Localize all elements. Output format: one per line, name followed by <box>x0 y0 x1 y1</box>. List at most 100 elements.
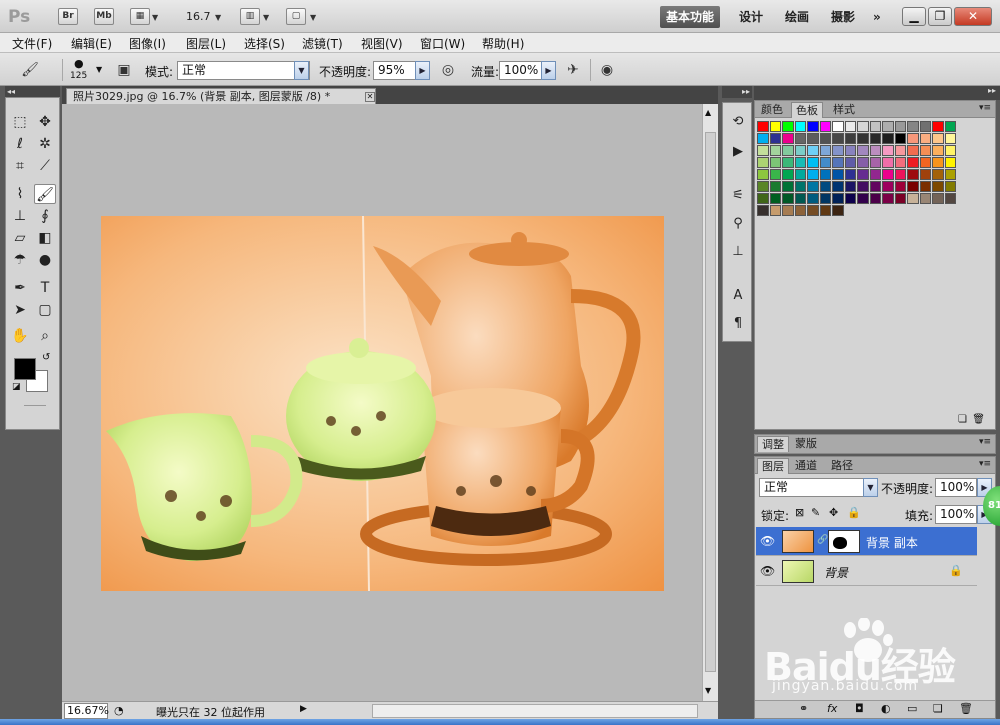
color-swatch[interactable] <box>894 157 906 168</box>
pen-tool-icon[interactable]: ✒ <box>9 278 31 298</box>
screen-mode-icon[interactable]: ▢ <box>286 8 306 25</box>
airbrush-opacity-pressure-icon[interactable]: ◎ <box>438 61 458 80</box>
view-extras-dropdown-icon[interactable]: ▼ <box>152 10 158 23</box>
color-swatch[interactable] <box>794 193 806 204</box>
close-icon[interactable]: ✕ <box>954 7 992 26</box>
color-swatch[interactable] <box>932 169 944 180</box>
color-swatch[interactable] <box>894 133 906 144</box>
quick-selection-tool-icon[interactable]: ✲ <box>34 134 56 154</box>
paragraph-panel-icon[interactable]: ¶ <box>727 313 749 335</box>
color-swatch[interactable] <box>782 193 794 204</box>
color-swatch[interactable] <box>769 133 781 144</box>
color-swatch[interactable] <box>807 121 819 132</box>
color-swatch[interactable] <box>907 145 919 156</box>
clone-stamp-tool-icon[interactable]: ⊥ <box>9 206 31 226</box>
color-swatch[interactable] <box>944 169 956 180</box>
tab-masks[interactable]: 蒙版 <box>791 436 821 452</box>
color-swatch[interactable] <box>932 193 944 204</box>
tab-channels[interactable]: 通道 <box>791 458 821 474</box>
scroll-thumb[interactable] <box>705 132 716 672</box>
actions-panel-icon[interactable]: ▶ <box>727 141 749 163</box>
status-zoom-input[interactable]: 16.67% <box>64 703 109 719</box>
path-selection-tool-icon[interactable]: ➤ <box>9 300 31 320</box>
color-swatch[interactable] <box>794 169 806 180</box>
color-swatch[interactable] <box>794 157 806 168</box>
hand-tool-icon[interactable]: ✋ <box>9 326 31 346</box>
new-group-icon[interactable]: ▭ <box>907 702 917 715</box>
color-swatch[interactable] <box>869 157 881 168</box>
lock-position-icon[interactable]: ✥ <box>829 506 838 519</box>
color-swatch[interactable] <box>769 145 781 156</box>
marquee-tool-icon[interactable]: ⬚ <box>9 112 31 132</box>
color-swatch[interactable] <box>919 121 931 132</box>
workspace-painting[interactable]: 绘画 <box>779 6 815 28</box>
color-swatch[interactable] <box>757 133 769 144</box>
color-swatch[interactable] <box>819 133 831 144</box>
right-panel-collapse-icon[interactable]: ▸▸ <box>988 86 996 95</box>
mini-bridge-button[interactable]: Mb <box>94 8 114 25</box>
tools-panel-header[interactable]: ◂◂ <box>5 86 60 97</box>
scroll-down-icon[interactable]: ▼ <box>705 686 711 695</box>
color-swatch[interactable] <box>819 193 831 204</box>
color-swatch[interactable] <box>782 133 794 144</box>
flow-slider-icon[interactable]: ▶ <box>541 61 556 80</box>
mask-link-icon[interactable]: 🔗 <box>817 535 828 545</box>
menu-layer[interactable]: 图层(L) <box>186 35 226 52</box>
layers-panel-menu-icon[interactable]: ▾≡ <box>979 459 991 469</box>
color-swatch[interactable] <box>757 121 769 132</box>
color-swatch[interactable] <box>807 169 819 180</box>
color-swatch[interactable] <box>919 193 931 204</box>
color-swatch[interactable] <box>857 169 869 180</box>
tablet-pressure-size-icon[interactable]: ◉ <box>597 61 617 80</box>
color-swatch[interactable] <box>769 193 781 204</box>
type-tool-icon[interactable]: T <box>34 278 56 298</box>
color-swatch[interactable] <box>844 145 856 156</box>
swap-colors-icon[interactable]: ↺ <box>42 352 50 363</box>
color-swatch[interactable] <box>832 181 844 192</box>
lock-transparency-icon[interactable]: ⊠ <box>795 506 804 519</box>
blur-tool-icon[interactable]: ☂ <box>9 250 31 270</box>
color-swatch[interactable] <box>869 193 881 204</box>
color-swatch[interactable] <box>807 157 819 168</box>
mode-dropdown-icon[interactable]: ▼ <box>294 61 309 80</box>
adjustment-layer-icon[interactable]: ◐ <box>881 702 891 715</box>
new-layer-icon[interactable]: ❏ <box>933 702 943 715</box>
color-swatch[interactable] <box>869 133 881 144</box>
layer-opacity-input[interactable]: 100% <box>935 478 977 497</box>
color-swatch[interactable] <box>882 157 894 168</box>
color-swatch[interactable] <box>894 169 906 180</box>
delete-layer-icon[interactable]: 🗑 <box>959 702 973 715</box>
color-swatch[interactable] <box>807 193 819 204</box>
tab-adjustments[interactable]: 调整 <box>757 436 789 452</box>
color-swatch[interactable] <box>832 193 844 204</box>
layer-blend-mode-select[interactable]: 正常 <box>759 478 877 497</box>
swatches-panel-menu-icon[interactable]: ▾≡ <box>979 103 991 113</box>
color-swatch[interactable] <box>782 205 794 216</box>
eraser-tool-icon[interactable]: ▱ <box>9 228 31 248</box>
color-swatch[interactable] <box>919 181 931 192</box>
color-swatch[interactable] <box>944 157 956 168</box>
brush-panel-icon[interactable]: ⚲ <box>727 213 749 235</box>
menu-view[interactable]: 视图(V) <box>361 35 403 52</box>
color-swatch[interactable] <box>894 145 906 156</box>
color-swatch[interactable] <box>844 169 856 180</box>
tab-color[interactable]: 颜色 <box>757 102 787 118</box>
mode-select[interactable]: 正常 <box>177 61 310 80</box>
brush-panel-icon[interactable]: ▣ <box>114 61 134 80</box>
color-swatch[interactable] <box>819 157 831 168</box>
workspace-essentials[interactable]: 基本功能 <box>660 6 721 28</box>
color-swatch[interactable] <box>769 121 781 132</box>
menu-select[interactable]: 选择(S) <box>244 35 285 52</box>
color-swatch[interactable] <box>782 121 794 132</box>
blend-mode-dropdown-icon[interactable]: ▼ <box>863 478 878 497</box>
layer-row-background-copy[interactable]: 👁 🔗 背景 副本 <box>756 527 977 556</box>
status-info-icon[interactable]: ◔ <box>114 704 124 717</box>
minimize-icon[interactable]: ▁ <box>902 7 926 26</box>
dodge-tool-icon[interactable]: ● <box>34 250 56 270</box>
color-swatch[interactable] <box>757 181 769 192</box>
color-swatch[interactable] <box>832 205 844 216</box>
menu-filter[interactable]: 滤镜(T) <box>302 35 343 52</box>
color-swatch[interactable] <box>857 181 869 192</box>
color-swatch[interactable] <box>794 133 806 144</box>
arrange-documents-icon[interactable]: ▥ <box>240 8 260 25</box>
